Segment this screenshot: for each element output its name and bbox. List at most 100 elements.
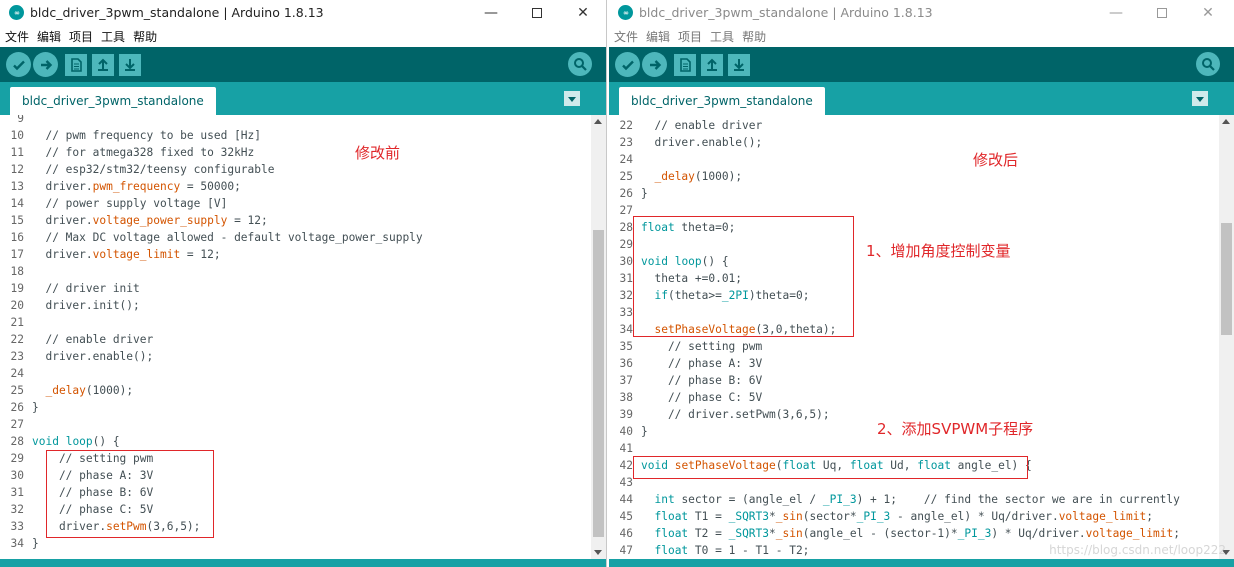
line-number: 29 (10, 452, 24, 465)
code-line[interactable]: 37 // phase B: 6V (609, 372, 1234, 389)
menu-edit[interactable]: 编辑 (37, 28, 61, 45)
open-button[interactable] (92, 53, 114, 76)
menu-sketch[interactable]: 项目 (69, 28, 93, 45)
code-text: float T1 = _SQRT3*_sin(sector*_PI_3 - an… (641, 508, 1153, 525)
line-number: 45 (619, 510, 633, 523)
magnifier-icon (1202, 58, 1215, 71)
menu-sketch[interactable]: 项目 (678, 28, 702, 45)
new-button[interactable] (674, 53, 696, 76)
code-line[interactable]: 36 // phase A: 3V (609, 355, 1234, 372)
code-line[interactable]: 24 (0, 365, 606, 382)
code-line[interactable]: 15 driver.voltage_power_supply = 12; (0, 212, 606, 229)
close-button[interactable]: ✕ (560, 0, 606, 25)
annotation-step-2: 2、添加SVPWM子程序 (877, 420, 1034, 438)
code-token: _PI_3 (822, 493, 857, 506)
code-line[interactable]: 44 int sector = (angle_el / _PI_3) + 1; … (609, 491, 1234, 508)
menu-file[interactable]: 文件 (5, 28, 29, 45)
code-token: = 12; (180, 248, 221, 261)
code-text: float T0 = 1 - T1 - T2; (641, 542, 809, 559)
code-token: (1000); (694, 170, 743, 183)
save-button[interactable] (119, 53, 141, 76)
code-token: pwm_frequency (92, 180, 181, 193)
menu-help[interactable]: 帮助 (742, 28, 766, 45)
serial-monitor-button[interactable] (1196, 52, 1220, 76)
line-number: 12 (10, 163, 24, 176)
code-token: _sin (775, 527, 803, 540)
code-editor[interactable]: 22 // enable driver 23 driver.enable(); 24… (609, 115, 1234, 559)
code-line[interactable]: 45 float T1 = _SQRT3*_sin(sector*_PI_3 -… (609, 508, 1234, 525)
code-line[interactable]: 9 (0, 115, 606, 127)
code-text: // pwm frequency to be used [Hz] (32, 127, 261, 144)
line-number: 11 (10, 146, 24, 159)
code-line[interactable]: 46 float T2 = _SQRT3*_sin(angle_el - (se… (609, 525, 1234, 542)
upload-button[interactable] (33, 52, 58, 77)
code-token: driver. (32, 248, 93, 261)
line-number: 39 (619, 408, 633, 421)
code-token: voltage_limit (92, 248, 181, 261)
save-button[interactable] (728, 53, 750, 76)
code-line[interactable]: 23 driver.enable(); (609, 134, 1234, 151)
maximize-button[interactable] (1139, 0, 1185, 25)
serial-monitor-button[interactable] (568, 52, 592, 76)
code-line[interactable]: 12 // esp32/stm32/teensy configurable (0, 161, 606, 178)
tab-menu-button[interactable] (564, 91, 580, 106)
menu-file[interactable]: 文件 (614, 28, 638, 45)
code-line[interactable]: 24 (609, 151, 1234, 168)
code-line[interactable]: 17 driver.voltage_limit = 12; (0, 246, 606, 263)
tab-menu-button[interactable] (1192, 91, 1208, 106)
minimize-button[interactable]: — (468, 0, 514, 25)
maximize-button[interactable] (514, 0, 560, 25)
code-line[interactable]: 21 (0, 314, 606, 331)
menu-tools[interactable]: 工具 (710, 28, 734, 45)
code-line[interactable]: 27 (0, 416, 606, 433)
code-line[interactable]: 26} (609, 185, 1234, 202)
code-line[interactable]: 16 // Max DC voltage allowed - default v… (0, 229, 606, 246)
code-line[interactable]: 26} (0, 399, 606, 416)
code-line[interactable]: 25 _delay(1000); (0, 382, 606, 399)
code-line[interactable]: 38 // phase C: 5V (609, 389, 1234, 406)
code-token: (sector* (802, 510, 857, 523)
code-token: - angle_el) * Uq/driver. (890, 510, 1059, 523)
line-number: 28 (619, 221, 633, 234)
arrow-up-icon (98, 58, 108, 71)
title-bar: ∞ bldc_driver_3pwm_standalone | Arduino … (609, 0, 1234, 25)
menu-edit[interactable]: 编辑 (646, 28, 670, 45)
code-line[interactable]: 25 _delay(1000); (609, 168, 1234, 185)
code-line[interactable]: 10 // pwm frequency to be used [Hz] (0, 127, 606, 144)
code-line[interactable]: 14 // power supply voltage [V] (0, 195, 606, 212)
code-token: loop (65, 435, 93, 448)
code-line[interactable]: 23 driver.enable(); (0, 348, 606, 365)
tab-sketch[interactable]: bldc_driver_3pwm_standalone (10, 87, 216, 115)
code-line[interactable]: 20 driver.init(); (0, 297, 606, 314)
code-text: } (32, 399, 39, 416)
minimize-button[interactable]: — (1093, 0, 1139, 25)
code-token: } (32, 537, 39, 550)
arrow-down-icon (734, 58, 744, 71)
open-button[interactable] (701, 53, 723, 76)
code-line[interactable]: 35 // setting pwm (609, 338, 1234, 355)
verify-button[interactable] (615, 52, 640, 77)
menu-tools[interactable]: 工具 (101, 28, 125, 45)
window-title: bldc_driver_3pwm_standalone | Arduino 1.… (30, 5, 324, 20)
code-line[interactable]: 11 // for atmega328 fixed to 32kHz (0, 144, 606, 161)
code-line[interactable]: 22 // enable driver (609, 117, 1234, 134)
menu-help[interactable]: 帮助 (133, 28, 157, 45)
code-token: ; (1173, 527, 1180, 540)
code-token: // setting pwm (641, 340, 763, 353)
code-token: sector = (angle_el / (674, 493, 823, 506)
code-line[interactable]: 13 driver.pwm_frequency = 50000; (0, 178, 606, 195)
code-line[interactable]: 28 void loop() { (0, 433, 606, 450)
code-line[interactable]: 22 // enable driver (0, 331, 606, 348)
code-line[interactable]: 41 (609, 440, 1234, 457)
code-line[interactable]: 18 (0, 263, 606, 280)
code-token: (1000); (85, 384, 134, 397)
tab-sketch[interactable]: bldc_driver_3pwm_standalone (619, 87, 825, 115)
line-number: 34 (619, 323, 633, 336)
upload-button[interactable] (642, 52, 667, 77)
verify-button[interactable] (6, 52, 31, 77)
new-button[interactable] (65, 53, 87, 76)
close-button[interactable]: ✕ (1185, 0, 1231, 25)
code-line[interactable]: 19 // driver init (0, 280, 606, 297)
code-token: _delay (45, 384, 86, 397)
